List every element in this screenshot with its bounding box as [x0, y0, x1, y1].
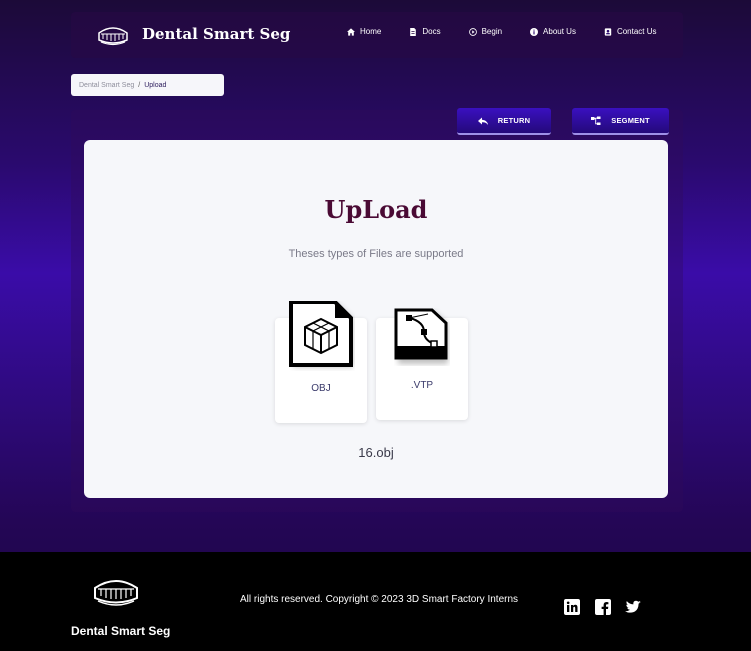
file-type-obj-label: OBJ: [311, 383, 331, 394]
upload-title: UpLoad: [324, 195, 428, 224]
breadcrumb-root[interactable]: Dental Smart Seg: [79, 82, 134, 89]
teeth-logo-icon[interactable]: [96, 24, 130, 46]
linkedin-icon[interactable]: [564, 599, 580, 615]
teeth-logo-icon: [94, 580, 138, 606]
document-icon: [410, 27, 417, 36]
return-label: RETURN: [497, 116, 531, 125]
footer: Dental Smart Seg All rights reserved. Co…: [0, 552, 751, 651]
reply-arrow-icon: [477, 117, 488, 125]
footer-brand: Dental Smart Seg: [71, 624, 171, 638]
nav-home[interactable]: Home: [347, 27, 381, 36]
nav-home-label: Home: [360, 27, 382, 36]
facebook-icon[interactable]: [595, 599, 611, 615]
file-type-vtp-label: .VTP: [410, 380, 434, 391]
nav-begin-label: Begin: [481, 27, 503, 36]
segment-button[interactable]: SEGMENT: [572, 108, 669, 135]
home-icon: [347, 27, 355, 36]
nav-docs-label: Docs: [422, 27, 441, 36]
nav-about-label: About Us: [543, 27, 576, 36]
file-type-obj[interactable]: OBJ: [275, 301, 367, 423]
contact-card-icon: [604, 27, 612, 36]
info-circle-icon: [530, 27, 539, 36]
top-navbar: Dental Smart Seg Home Docs Begin About U…: [71, 12, 683, 58]
upload-card: UpLoad Theses types of Files are support…: [84, 140, 668, 498]
obj-file-icon: [289, 301, 353, 367]
copyright-text: All rights reserved. Copyright © 2023 3D…: [240, 594, 519, 605]
nav-docs[interactable]: Docs: [409, 27, 441, 36]
return-button[interactable]: RETURN: [457, 108, 551, 135]
file-type-vtp[interactable]: .VTP: [376, 308, 468, 420]
nav-contact-label: Contact Us: [616, 27, 657, 36]
vtp-file-icon: [394, 308, 448, 364]
breadcrumb-current: Upload: [144, 81, 167, 89]
segment-label: SEGMENT: [611, 116, 650, 125]
supported-types-text: Theses types of Files are supported: [288, 248, 464, 260]
breadcrumb: Dental Smart Seg / Upload: [71, 74, 224, 96]
nav-contact[interactable]: Contact Us: [604, 27, 657, 36]
twitter-icon[interactable]: [625, 599, 641, 615]
uploaded-filename: 16.obj: [358, 445, 394, 460]
brand-name[interactable]: Dental Smart Seg: [142, 25, 290, 43]
play-circle-icon: [468, 27, 477, 36]
nav-begin[interactable]: Begin: [468, 27, 503, 36]
nav-about[interactable]: About Us: [530, 27, 576, 36]
hierarchy-icon: [591, 116, 601, 125]
breadcrumb-separator: /: [138, 81, 141, 89]
main-nav: Home Docs Begin About Us Contact Us: [347, 27, 685, 36]
